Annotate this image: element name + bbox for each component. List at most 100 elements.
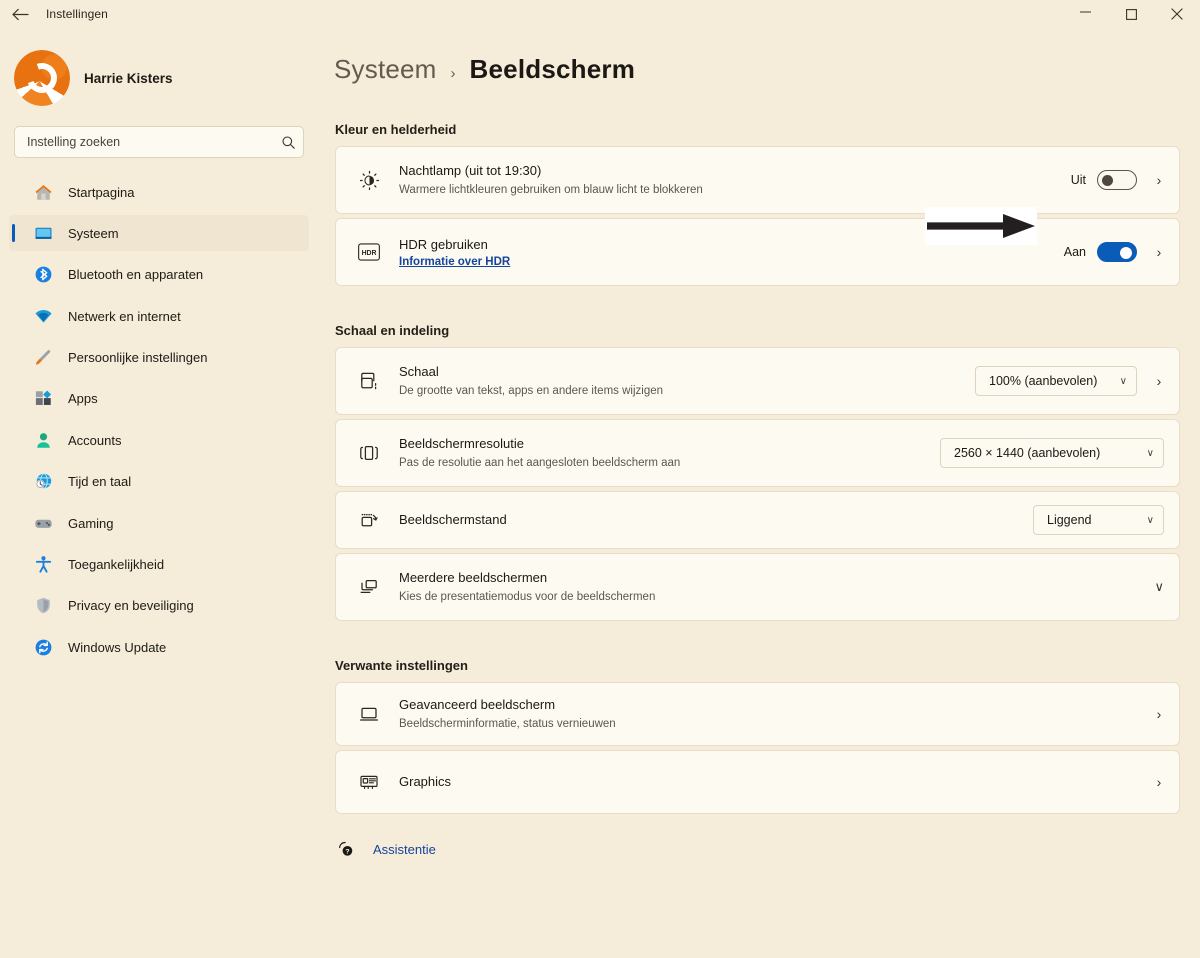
help-question-icon: ?: [335, 840, 357, 858]
profile-name: Harrie Kisters: [84, 70, 173, 86]
card-text: Beeldschermresolutie Pas de resolutie aa…: [386, 435, 940, 471]
help-label[interactable]: Assistentie: [373, 842, 436, 857]
section-title-scale: Schaal en indeling: [335, 323, 450, 338]
sidebar-item-apps[interactable]: Apps: [9, 381, 309, 417]
card-subtitle: De grootte van tekst, apps en andere ite…: [399, 384, 664, 397]
card-subtitle: Warmere lichtkleuren gebruiken om blauw …: [399, 183, 703, 196]
help-row[interactable]: ? Assistentie: [335, 840, 1200, 858]
chevron-down-icon: ∨: [1119, 375, 1127, 387]
card-controls: Liggend ∨: [1033, 505, 1164, 535]
chevron-right-icon[interactable]: ›: [1154, 172, 1164, 188]
orientation-dropdown-value: Liggend: [1047, 513, 1092, 527]
multiple-displays-icon: [352, 576, 386, 598]
close-icon: [1171, 8, 1183, 20]
card-title: Schaal: [399, 364, 439, 380]
sidebar-item-persoonlijke-instellingen[interactable]: Persoonlijke instellingen: [9, 340, 309, 376]
card-scale[interactable]: Schaal De grootte van tekst, apps en and…: [335, 347, 1180, 415]
card-night-light[interactable]: Nachtlamp (uit tot 19:30) Warmere lichtk…: [335, 146, 1180, 214]
card-title: Geavanceerd beeldscherm: [399, 697, 556, 713]
back-button[interactable]: [0, 0, 40, 28]
sidebar-item-label: Persoonlijke instellingen: [68, 350, 208, 366]
card-subtitle: Beeldscherminformatie, status vernieuwen: [399, 717, 616, 730]
scale-dropdown[interactable]: 100% (aanbevolen) ∨: [975, 366, 1137, 396]
card-controls: ∨: [1148, 579, 1164, 595]
sidebar-item-tijd-en-taal[interactable]: Tijd en taal: [9, 464, 309, 500]
settings-window: Instellingen Harrie Kisters Instelling z…: [0, 0, 1200, 958]
title-bar: Instellingen: [0, 0, 1200, 28]
card-text: Beeldschermstand: [386, 511, 1033, 529]
card-resolution[interactable]: Beeldschermresolutie Pas de resolutie aa…: [335, 419, 1180, 487]
chevron-down-icon: ∨: [1146, 447, 1154, 459]
minimize-button[interactable]: [1062, 0, 1108, 28]
card-hdr[interactable]: HDR HDR gebruiken Informatie over HDR Aa…: [335, 218, 1180, 286]
expander-chevron-down-icon[interactable]: ∨: [1154, 579, 1164, 595]
breadcrumb-parent[interactable]: Systeem: [334, 54, 437, 85]
sidebar-nav: Startpagina Systeem Bluetooth en apparat…: [0, 174, 318, 665]
close-button[interactable]: [1154, 0, 1200, 28]
main-content: Systeem › Beeldscherm Kleur en helderhei…: [318, 28, 1200, 958]
card-multiple-displays[interactable]: Meerdere beeldschermen Kies de presentat…: [335, 553, 1180, 621]
section-title-color: Kleur en helderheid: [335, 122, 457, 137]
sidebar-item-label: Netwerk en internet: [68, 308, 181, 324]
orientation-dropdown[interactable]: Liggend ∨: [1033, 505, 1164, 535]
card-graphics[interactable]: Graphics ›: [335, 750, 1180, 814]
window-controls: [1062, 0, 1200, 28]
scale-dropdown-value: 100% (aanbevolen): [989, 374, 1098, 388]
minimize-icon: [1079, 11, 1091, 13]
search-input[interactable]: [27, 135, 282, 149]
card-title: Meerdere beeldschermen: [399, 570, 548, 586]
sidebar-item-gaming[interactable]: Gaming: [9, 505, 309, 541]
card-orientation[interactable]: Beeldschermstand Liggend ∨: [335, 491, 1180, 549]
card-title: Beeldschermstand: [399, 512, 507, 528]
card-subtitle: Kies de presentatiemodus voor de beeldsc…: [399, 590, 656, 603]
card-controls: 100% (aanbevolen) ∨ ›: [975, 366, 1164, 396]
sidebar-item-label: Privacy en beveiliging: [68, 598, 194, 614]
section-title-related: Verwante instellingen: [335, 658, 468, 673]
maximize-icon: [1125, 8, 1137, 20]
sidebar-item-systeem[interactable]: Systeem: [9, 215, 309, 252]
breadcrumb: Systeem › Beeldscherm: [318, 28, 1200, 85]
accessibility-icon: [32, 554, 54, 576]
brush-icon: [32, 347, 54, 369]
sidebar-item-label: Toegankelijkheid: [68, 557, 165, 573]
sidebar-item-label: Windows Update: [68, 639, 167, 655]
card-controls: ›: [1137, 706, 1164, 722]
resolution-icon: [352, 442, 386, 464]
hdr-info-link[interactable]: Informatie over HDR: [399, 256, 1064, 268]
hdr-toggle[interactable]: [1097, 242, 1137, 262]
sidebar-item-bluetooth-en-apparaten[interactable]: Bluetooth en apparaten: [9, 257, 309, 293]
card-advanced-display[interactable]: Geavanceerd beeldscherm Beeldscherminfor…: [335, 682, 1180, 746]
card-controls: ›: [1137, 774, 1164, 790]
sidebar-item-netwerk-en-internet[interactable]: Netwerk en internet: [9, 298, 309, 334]
scale-icon: [352, 370, 386, 392]
card-controls: Uit ›: [1071, 170, 1164, 190]
search-box[interactable]: [14, 126, 304, 158]
chevron-right-icon[interactable]: ›: [1154, 244, 1164, 260]
window-title: Instellingen: [46, 7, 108, 21]
sidebar-item-label: Apps: [68, 391, 98, 407]
update-icon: [32, 636, 54, 658]
chevron-right-icon[interactable]: ›: [1154, 774, 1164, 790]
chevron-right-icon[interactable]: ›: [1154, 706, 1164, 722]
advanced-display-icon: [352, 703, 386, 725]
toggle-knob: [1102, 175, 1113, 186]
chevron-right-icon[interactable]: ›: [1154, 373, 1164, 389]
maximize-button[interactable]: [1108, 0, 1154, 28]
gamepad-icon: [32, 512, 54, 534]
card-text: Graphics: [386, 773, 1137, 791]
sidebar-item-toegankelijkheid[interactable]: Toegankelijkheid: [9, 547, 309, 583]
night-light-icon: [352, 170, 386, 191]
profile-section[interactable]: Harrie Kisters: [0, 28, 318, 106]
resolution-dropdown[interactable]: 2560 × 1440 (aanbevolen) ∨: [940, 438, 1164, 468]
card-title: Beeldschermresolutie: [399, 436, 525, 452]
sidebar-item-windows-update[interactable]: Windows Update: [9, 629, 309, 665]
chevron-down-icon: ∨: [1146, 514, 1154, 526]
wifi-icon: [32, 305, 54, 327]
sidebar-item-privacy-en-beveiliging[interactable]: Privacy en beveiliging: [9, 588, 309, 624]
hdr-icon: HDR: [352, 243, 386, 261]
night-light-toggle[interactable]: [1097, 170, 1137, 190]
sidebar-item-accounts[interactable]: Accounts: [9, 422, 309, 458]
annotation-arrow: [925, 207, 1037, 245]
svg-text:?: ?: [345, 849, 349, 856]
sidebar-item-startpagina[interactable]: Startpagina: [9, 174, 309, 210]
